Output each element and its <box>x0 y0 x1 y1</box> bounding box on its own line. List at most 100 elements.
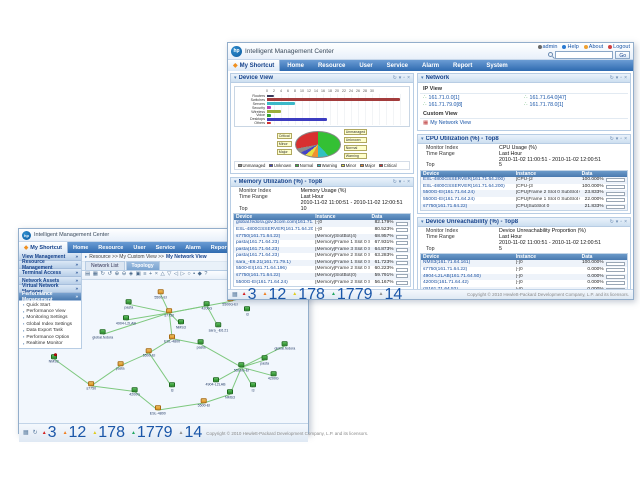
close-icon[interactable]: × <box>624 137 627 142</box>
topology-node-5500-ei-12[interactable]: 5500-EI <box>143 348 156 358</box>
breadcrumb-prefix[interactable]: Resource >> My Custom View >> <box>89 254 164 260</box>
device-link[interactable]: pasta(161.71.64.23) <box>234 240 313 247</box>
topology-node-4200g-3[interactable]: 4200G <box>201 301 212 311</box>
device-link[interactable]: s7750(161.71.64.22) <box>421 204 514 211</box>
topology-node-esl-4800-25[interactable]: ESL-4800 <box>150 405 166 415</box>
alarm-count-critical[interactable]: ▲3 <box>42 424 57 442</box>
topology-node-4904-l2lab-6[interactable]: 4904-L2LAB <box>116 315 136 325</box>
close-icon[interactable]: × <box>407 76 410 81</box>
collapse-arrow-icon[interactable]: ▾ <box>234 180 237 185</box>
alarm-count-major[interactable]: ▲12 <box>63 424 87 442</box>
device-link[interactable]: NMS3(161.71.64.161) <box>421 260 514 267</box>
ip-view-link-161-71-78-0-1[interactable]: ∴161.71.78.0[1] <box>524 102 625 109</box>
delete-icon[interactable]: × <box>155 272 158 278</box>
collapse-icon[interactable]: ▾ <box>399 180 402 185</box>
add-node-icon[interactable]: + <box>149 272 152 278</box>
alarm-count-unknown[interactable]: ▲14 <box>179 424 203 442</box>
menu-home[interactable]: Home <box>280 63 311 69</box>
fit-view-icon[interactable]: ◈ <box>129 272 133 278</box>
menu-service[interactable]: Service <box>380 63 415 69</box>
topology-node-pasta-1[interactable]: pasta <box>124 300 133 310</box>
menu-user[interactable]: User <box>128 245 150 251</box>
sidebar-item-global-index-settings[interactable]: ▪Global Index Settings <box>19 321 81 327</box>
zoom-out-icon[interactable]: ⊖ <box>122 272 127 278</box>
device-link[interactable]: 5500G-EI(161.71.64.24) <box>421 197 514 204</box>
close-icon[interactable]: × <box>624 76 627 81</box>
device-link[interactable]: 5500-EI(161.71.64.196) <box>234 266 313 273</box>
device-link[interactable]: 5500G-EI(161.71.64.24) <box>421 190 514 197</box>
topology-node-pasta-11[interactable]: pasta <box>197 340 206 350</box>
alarm-refresh-icon[interactable]: ↻ <box>33 430 38 436</box>
tab-network-list[interactable]: Network List <box>85 261 125 270</box>
device-link[interactable]: sara_-E6.21(161.71.79.1) <box>234 260 313 267</box>
refresh-icon[interactable]: ↻ <box>100 272 105 278</box>
topology-node-s7750-15[interactable]: s7750 <box>86 381 96 391</box>
menu-alarm[interactable]: Alarm <box>180 245 206 251</box>
maximize-icon[interactable]: ▫ <box>620 137 622 142</box>
ip-view-link-161-71-0-0-1[interactable]: ∴161.71.0.0[1] <box>423 95 524 102</box>
device-link[interactable]: s7750(161.71.64.22) <box>421 267 514 274</box>
topology-node-5500-ei-24[interactable]: 5500-EI <box>198 398 211 408</box>
overview-icon[interactable]: ≡ <box>143 272 146 278</box>
print-icon[interactable]: ▦ <box>93 272 98 278</box>
alarm-count-critical[interactable]: ▲3 <box>242 286 257 304</box>
refresh-icon[interactable]: ↻ <box>610 76 614 81</box>
menu-resource[interactable]: Resource <box>93 245 128 251</box>
topology-node-nms3-13[interactable]: NMS3 <box>49 354 59 364</box>
collapse-arrow-icon[interactable]: ▾ <box>421 76 424 81</box>
maximize-icon[interactable]: ▫ <box>620 220 622 225</box>
close-icon[interactable]: × <box>407 180 410 185</box>
collapse-icon[interactable]: ▾ <box>399 76 402 81</box>
ip-view-link-161-71-79-0-8[interactable]: ∴161.71.79.0[8] <box>423 102 524 109</box>
sidebar-section-resource-management[interactable]: Resource Management» <box>19 261 81 269</box>
down-icon[interactable]: ▽ <box>167 272 171 278</box>
topology-node-4200g-16[interactable]: 4200G <box>129 387 140 397</box>
link-logout[interactable]: Logout <box>608 44 630 50</box>
imc-dashboard-window[interactable]: hp Intelligent Management Center adminHe… <box>227 42 634 300</box>
device-link[interactable]: pasta(161.71.64.23) <box>234 253 313 260</box>
device-link[interactable]: pasta(161.71.64.23) <box>234 247 313 254</box>
device-link[interactable]: s7750(161.71.64.22) <box>234 273 313 280</box>
save-icon[interactable]: ▤ <box>85 272 90 278</box>
refresh-icon[interactable]: ↻ <box>610 220 614 225</box>
device-link[interactable]: s7750(161.71.64.22) <box>234 234 313 241</box>
topology-node-sara-e6-21-8[interactable]: sara_-E6.21 <box>209 322 229 332</box>
alarm-count-unknown[interactable]: ▲14 <box>378 286 402 304</box>
custom-view-link-my-network-view[interactable]: ▦My Network View <box>423 120 524 127</box>
topology-node-esl-4800-10[interactable]: ESL-4800 <box>164 334 180 344</box>
refresh-icon[interactable]: ↻ <box>393 76 397 81</box>
topology-node-4904-l2lab-18[interactable]: 4904-L2LAB <box>206 377 226 387</box>
topology-node-s7750-2[interactable]: s7750 <box>164 308 174 318</box>
collapse-arrow-icon[interactable]: ▾ <box>421 137 424 142</box>
topology-node-pasta-14[interactable]: pasta <box>116 361 125 371</box>
layout-icon[interactable]: ▣ <box>136 272 141 278</box>
menu-alarm[interactable]: Alarm <box>415 63 446 69</box>
sidebar-item-realtime-monitor[interactable]: ▪Realtime Monitor <box>19 340 81 346</box>
collapse-arrow-icon[interactable]: ▾ <box>421 220 424 225</box>
menu-system[interactable]: System <box>479 63 514 69</box>
topology-node-nms3-7[interactable]: NMS3 <box>176 320 186 330</box>
topology-node-5500g-ei-19[interactable]: 5500G-EI <box>234 362 249 372</box>
device-link[interactable]: ESL-4800GSSERVER(161.71.64.200) <box>234 227 313 234</box>
tab-topology[interactable]: Topology <box>126 261 160 270</box>
menu-user[interactable]: User <box>352 63 379 69</box>
topology-node-global-fedora-26[interactable]: global.fedora <box>274 341 295 351</box>
sidebar-section-performance-management[interactable]: Performance Management» <box>19 293 81 301</box>
alarm-count-warning[interactable]: ▲1779 <box>131 424 173 442</box>
undo-icon[interactable]: ↺ <box>108 272 113 278</box>
topology-node-4200g-21[interactable]: 4200G <box>268 371 279 381</box>
topology-node-i3-17[interactable]: i3 <box>169 383 175 393</box>
topology-node-i3-22[interactable]: i3 <box>250 383 256 393</box>
zoom-in-icon[interactable]: ⊕ <box>115 272 120 278</box>
tab-my-shortcut[interactable]: ◆ My Shortcut <box>19 242 68 253</box>
link-about[interactable]: About <box>584 44 603 50</box>
maximize-icon[interactable]: ▫ <box>620 76 622 81</box>
menu-home[interactable]: Home <box>68 245 93 251</box>
device-link[interactable]: ESL-4800GSSERVER(161.71.64.200) <box>421 177 514 184</box>
device-link[interactable]: 4200G(161.71.64.42) <box>421 280 514 287</box>
alarm-count-warning[interactable]: ▲1779 <box>331 286 373 304</box>
left-icon[interactable]: ◁ <box>174 272 178 278</box>
alarm-count-minor[interactable]: ▲178 <box>292 286 325 304</box>
collapse-icon[interactable]: ▾ <box>616 220 619 225</box>
settings-icon[interactable]: ◆ <box>198 272 202 278</box>
